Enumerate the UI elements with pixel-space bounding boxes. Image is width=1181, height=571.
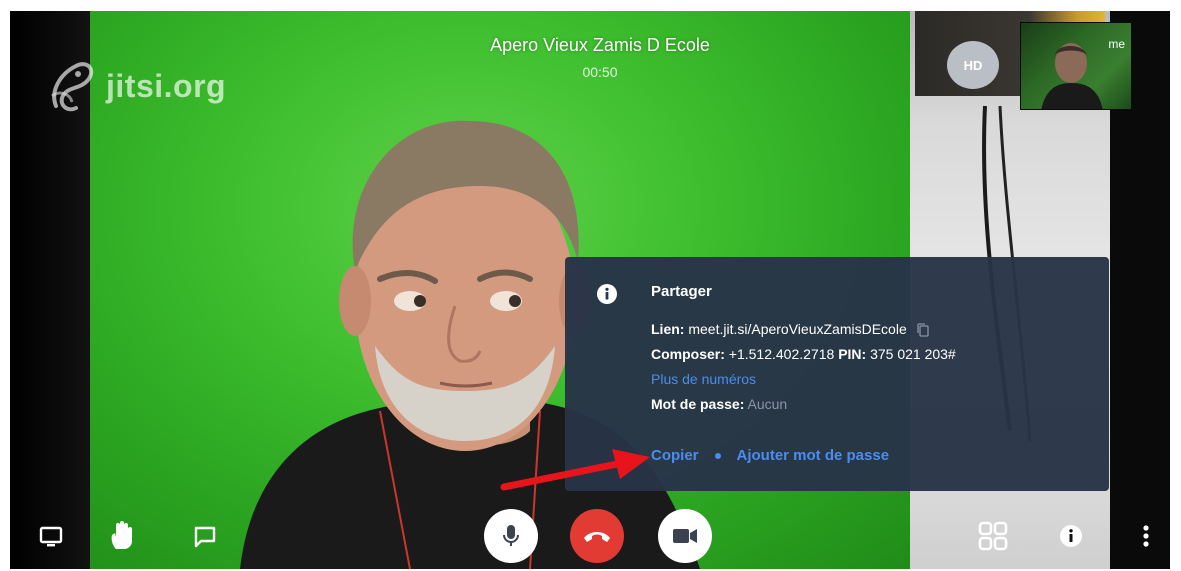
microphone-icon (503, 525, 519, 546)
link-label: Lien: (651, 321, 685, 337)
raise-hand-button[interactable] (106, 519, 138, 553)
pin-value: 375 021 203# (870, 346, 956, 362)
self-view-thumbnail[interactable]: me (1020, 22, 1132, 110)
add-password-button[interactable]: Ajouter mot de passe (737, 447, 890, 464)
share-title: Partager (651, 283, 712, 300)
dial-value: +1.512.402.2718 (728, 346, 835, 362)
raise-hand-icon (111, 521, 132, 549)
share-password-row: Mot de passe: Aucun (651, 392, 1089, 417)
video-conference-screen: jitsi.org Apero Vieux Zamis D Ecole 00:5… (10, 11, 1170, 569)
pin-label: PIN: (838, 346, 867, 362)
tile-view-button[interactable] (976, 519, 1010, 553)
more-options-button[interactable] (1138, 522, 1154, 550)
video-quality-badge[interactable]: HD (947, 41, 999, 89)
camera-button[interactable] (658, 509, 712, 563)
call-toolbar (10, 506, 1170, 569)
action-separator (714, 452, 721, 459)
chat-icon (194, 526, 216, 548)
conference-header: Apero Vieux Zamis D Ecole 00:50 (360, 35, 840, 80)
chat-button[interactable] (190, 522, 220, 552)
share-link-row: Lien: meet.jit.si/AperoVieuxZamisDEcole (651, 317, 1089, 342)
info-icon (597, 284, 617, 304)
conference-title: Apero Vieux Zamis D Ecole (490, 35, 710, 55)
annotation-arrow-icon (500, 449, 650, 491)
watermark-text: jitsi.org (106, 67, 227, 104)
dial-label: Composer: (651, 346, 725, 362)
self-view-name: me (1108, 37, 1125, 51)
share-actions: Copier Ajouter mot de passe (651, 447, 889, 464)
hangup-button[interactable] (570, 509, 624, 563)
jitsi-watermark: jitsi.org (48, 56, 226, 116)
password-value: Aucun (747, 396, 788, 412)
link-value[interactable]: meet.jit.si/AperoVieuxZamisDEcole (688, 321, 906, 337)
conference-timer: 00:50 (582, 64, 618, 80)
camera-icon (673, 529, 697, 543)
info-button[interactable] (1057, 522, 1085, 550)
hangup-icon (584, 532, 610, 542)
screen-share-button[interactable] (36, 522, 66, 552)
more-options-icon (1143, 525, 1149, 547)
share-content: Partager Lien: meet.jit.si/AperoVieuxZam… (651, 283, 1089, 417)
info-icon (1060, 525, 1082, 547)
share-dial-row: Composer: +1.512.402.2718 PIN: 375 021 2… (651, 342, 1089, 367)
password-label: Mot de passe: (651, 396, 745, 412)
more-numbers-link[interactable]: Plus de numéros (651, 367, 1089, 392)
screen-share-icon (39, 526, 63, 547)
jitsi-logo-icon (51, 62, 94, 112)
microphone-button[interactable] (484, 509, 538, 563)
copy-icon[interactable] (916, 323, 929, 337)
tile-view-icon (978, 521, 1008, 551)
